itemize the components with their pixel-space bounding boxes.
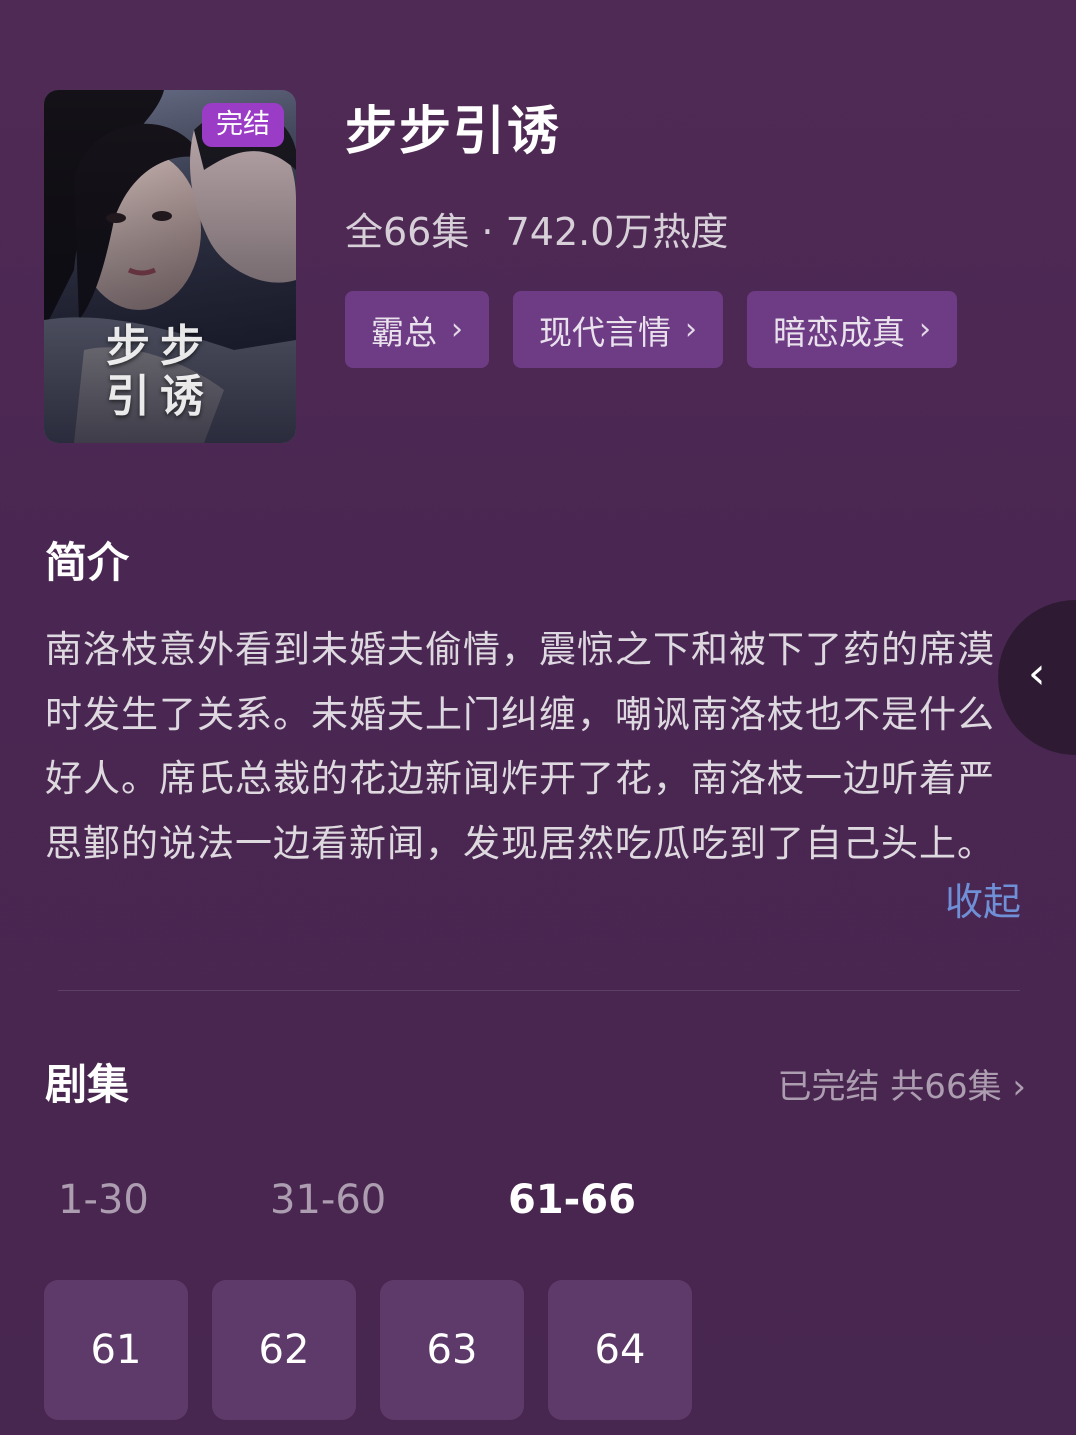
tag-label: 暗恋成真 [773,312,905,352]
collapse-link[interactable]: 收起 [945,872,1021,932]
tag-label: 现代言情 [539,312,671,352]
poster-title-art: 步步 引诱 [106,321,214,422]
range-tab[interactable]: 31-60 [270,1170,386,1230]
show-meta: 全66集 · 742.0万热度 [345,210,729,254]
chevron-right-icon: › [1012,1067,1026,1107]
completed-badge: 完结 [202,103,284,147]
synopsis-text: 南洛枝意外看到未婚夫偷情，震惊之下和被下了药的席漠时发生了关系。未婚夫上门纠缠，… [45,628,995,865]
episode-button[interactable]: 62 [212,1280,356,1420]
chevron-left-icon: ‹ [1028,648,1046,699]
episodes-status-link[interactable]: 已完结 共66集 › [778,1060,1027,1114]
episode-button[interactable]: 63 [380,1280,524,1420]
tag-button[interactable]: 暗恋成真 › [747,291,957,368]
tag-button[interactable]: 霸总 › [345,291,489,368]
episodes-heading: 剧集 [45,1060,130,1109]
genre-tags: 霸总 › 现代言情 › 暗恋成真 › [345,291,957,368]
range-tab-active[interactable]: 61-66 [508,1170,636,1230]
range-tab[interactable]: 1-30 [58,1170,149,1230]
poster-image[interactable]: 步步 引诱 完结 [44,90,296,443]
chevron-right-icon: › [451,312,463,347]
chevron-right-icon: › [919,312,931,347]
episodes-status-label: 已完结 共66集 [777,1067,1002,1107]
show-title: 步步引诱 [345,102,562,162]
chevron-right-icon: › [685,312,697,347]
episode-button[interactable]: 64 [548,1280,692,1420]
tag-label: 霸总 [371,312,437,352]
episode-button[interactable]: 61 [44,1280,188,1420]
tag-button[interactable]: 现代言情 › [513,291,723,368]
synopsis-heading: 简介 [45,538,130,587]
section-divider [58,990,1020,991]
